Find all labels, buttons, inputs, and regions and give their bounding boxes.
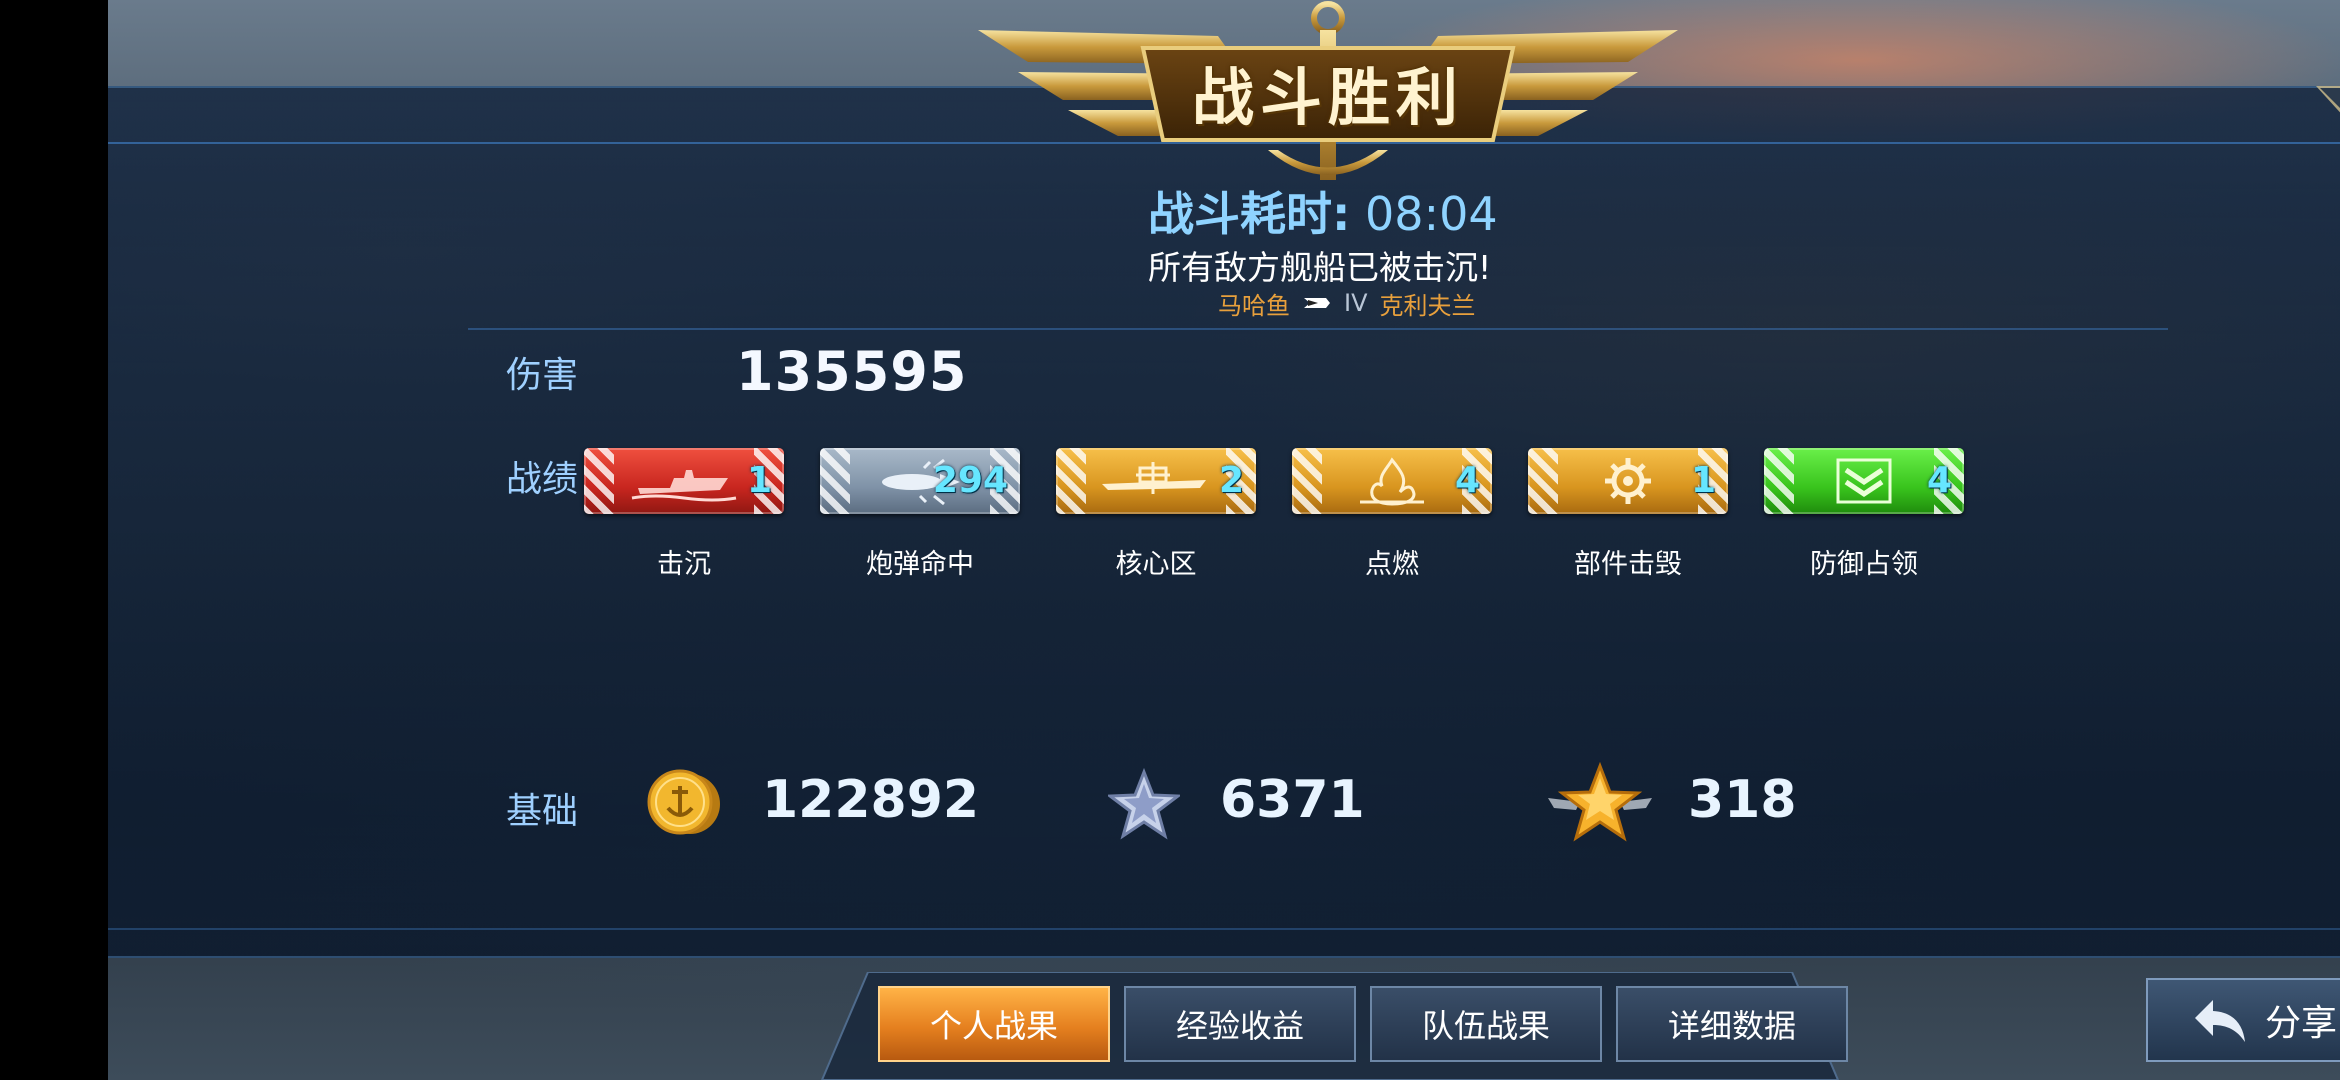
tab-experience-earnings[interactable]: 经验收益 <box>1124 986 1356 1062</box>
badge-stripes <box>820 448 850 514</box>
close-button[interactable] <box>2316 86 2340 130</box>
ship-info: 马哈鱼 IV 克利夫兰 <box>1218 288 1476 320</box>
duration-label: 战斗耗时: <box>1148 187 1351 241</box>
badge-stripes <box>1056 448 1086 514</box>
fire-icon <box>1360 457 1424 506</box>
badge-shell-hits[interactable]: 294 <box>820 448 1020 514</box>
credits-coin-icon <box>647 769 720 835</box>
badge-defense-capture[interactable]: 4 <box>1764 448 1964 514</box>
badge-module-destroyed[interactable]: 1 <box>1528 448 1728 514</box>
experience-value: 6371 <box>1220 770 1365 830</box>
credits-value: 122892 <box>762 770 980 830</box>
share-label: 分享 <box>2264 1003 2337 1044</box>
badge-count: 4 <box>1926 460 1952 501</box>
result-message: 所有敌方舰船已被击沉! <box>1148 248 1492 287</box>
ship-name: 克利夫兰 <box>1379 291 1476 320</box>
ship-type-icon <box>1304 298 1330 308</box>
commander-xp-value: 318 <box>1688 770 1797 830</box>
badge-count: 1 <box>746 460 772 501</box>
badge-count: 1 <box>1690 460 1716 501</box>
panel-bottom-line <box>108 928 2340 930</box>
experience-star-icon <box>1108 768 1180 840</box>
ship-class: 马哈鱼 <box>1218 291 1290 320</box>
share-arrow-icon <box>2194 1000 2245 1042</box>
badge-fire[interactable]: 4 <box>1292 448 1492 514</box>
commander-xp-icon <box>1548 762 1652 842</box>
victory-title: 战斗胜利 <box>1191 61 1464 134</box>
achievements-label: 战绩 <box>506 459 579 500</box>
badge-stripes <box>1292 448 1322 514</box>
badge-stripes <box>1528 448 1558 514</box>
badge-stripes <box>584 448 614 514</box>
share-button[interactable]: 分享 <box>2146 978 2340 1062</box>
chevron-shield-icon <box>1836 458 1892 504</box>
badge-label-defense-capture: 防御占领 <box>1810 549 1918 580</box>
damage-label: 伤害 <box>506 355 579 396</box>
badge-label-module-destroyed: 部件击毁 <box>1574 549 1682 580</box>
result-tabs: 个人战果 经验收益 队伍战果 详细数据 <box>798 972 1862 1080</box>
battle-background: 战斗胜利 战斗耗时: 08:04 所有敌方舰船已被击沉! 马哈鱼 IV 克利夫兰… <box>108 0 2340 1080</box>
badge-count: 2 <box>1218 460 1244 501</box>
close-icon <box>2316 86 2340 113</box>
badge-label-sink: 击沉 <box>657 549 711 580</box>
tab-detailed-data[interactable]: 详细数据 <box>1616 986 1848 1062</box>
ship-tier: IV <box>1344 289 1368 317</box>
header-divider <box>468 328 2168 330</box>
badge-citadel[interactable]: 2 <box>1056 448 1256 514</box>
damage-value: 135595 <box>736 340 968 403</box>
badge-label-fire: 点燃 <box>1365 549 1419 580</box>
ship-sinking-icon <box>631 470 737 502</box>
badge-stripes <box>1764 448 1794 514</box>
badge-sink[interactable]: 1 <box>584 448 784 514</box>
badge-label-citadel: 核心区 <box>1115 549 1197 580</box>
battle-duration: 战斗耗时: 08:04 <box>1148 178 1498 241</box>
duration-value: 08:04 <box>1365 187 1498 241</box>
tab-team-results[interactable]: 队伍战果 <box>1370 986 1602 1062</box>
badge-count: 294 <box>932 460 1008 501</box>
gear-icon <box>1605 458 1651 504</box>
citadel-icon <box>1102 462 1206 494</box>
badge-count: 4 <box>1454 460 1480 501</box>
tab-personal-results[interactable]: 个人战果 <box>878 986 1110 1062</box>
badge-label-shell-hits: 炮弹命中 <box>866 549 974 580</box>
base-label: 基础 <box>506 791 579 832</box>
